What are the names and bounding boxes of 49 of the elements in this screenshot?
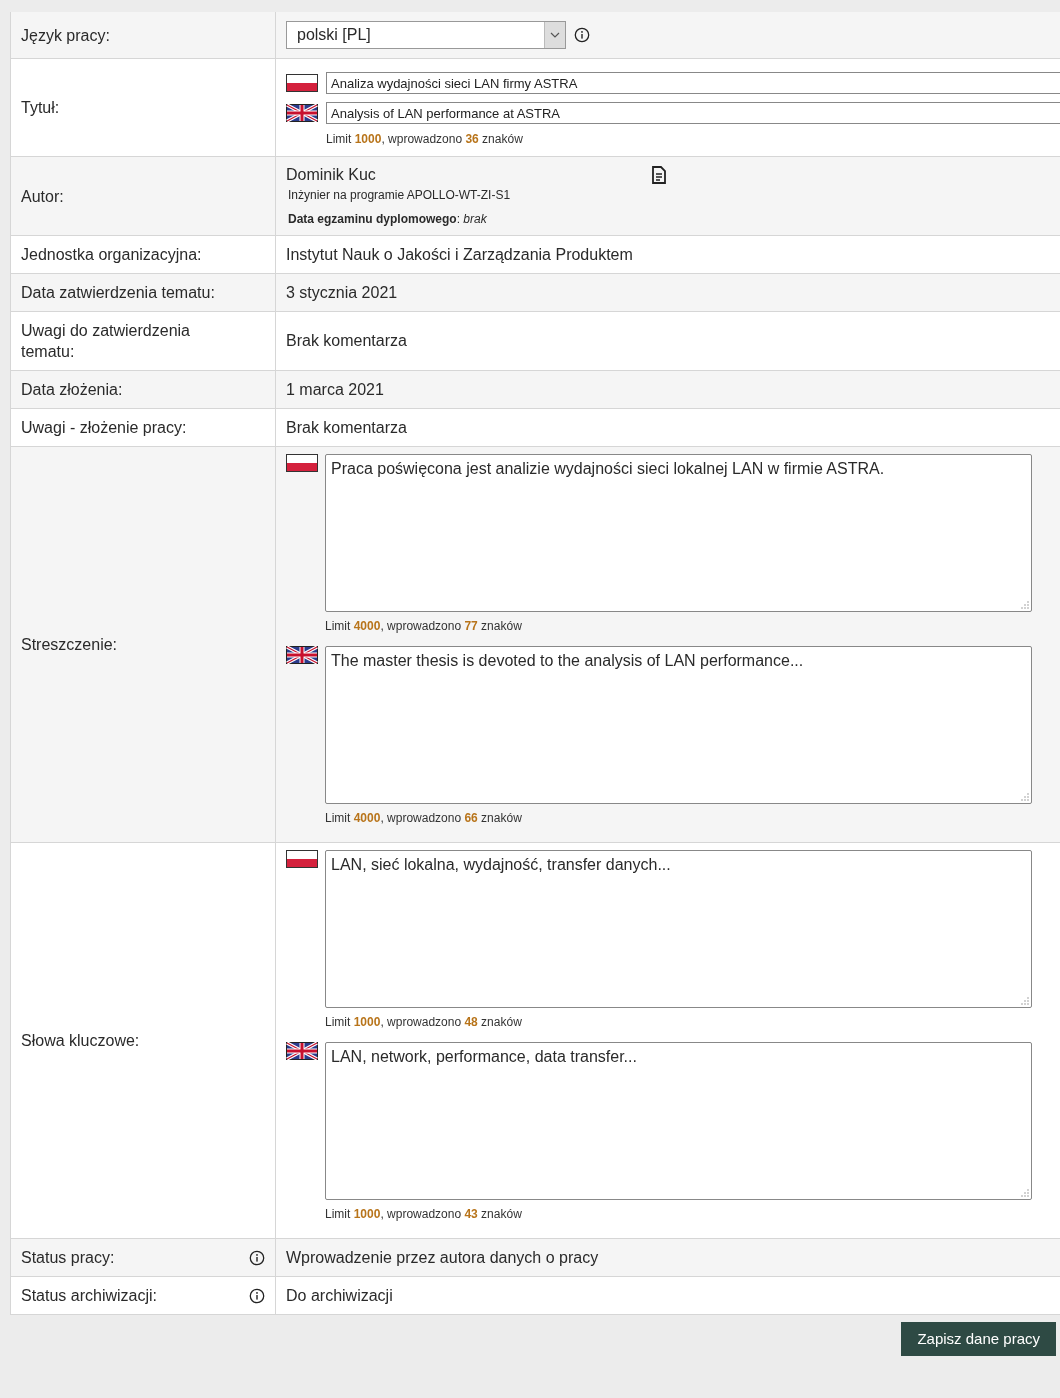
field-label: Słowa kluczowe: (21, 1031, 140, 1051)
field-label: Uwagi do zatwierdzenia tematu: (21, 321, 191, 362)
flag-icon (286, 74, 318, 92)
title-field[interactable]: Analiza wydajności sieci LAN firmy ASTRA (326, 72, 1060, 94)
flag-icon (286, 1042, 318, 1060)
field-value: Wprowadzenie przez autora danych o pracy (286, 1248, 600, 1267)
character-counter: Limit 4000, wprowadzono 77 znaków (325, 618, 523, 634)
save-button[interactable]: Zapisz dane pracy (901, 1321, 1056, 1356)
text-area[interactable]: LAN, network, performance, data transfer... (325, 1042, 1032, 1200)
character-counter: Limit 4000, wprowadzono 66 znaków (325, 810, 523, 826)
field-value: 1 marca 2021 (286, 380, 385, 399)
flag-icon (286, 646, 318, 664)
character-counter: Limit 1000, wprowadzono 43 znaków (325, 1206, 523, 1222)
text-area[interactable]: LAN, sieć lokalna, wydajność, transfer danych... (325, 850, 1032, 1008)
resize-grip-icon[interactable] (1021, 793, 1029, 801)
field-label: Język pracy: (21, 25, 110, 46)
field-label: Jednostka organizacyjna: (21, 245, 202, 265)
character-counter: Limit 1000, wprowadzono 36 znaków (326, 131, 524, 147)
study-program: Inżynier na programie APOLLO-WT-ZI-S1 (288, 188, 512, 202)
field-label: Data zatwierdzenia tematu: (21, 283, 215, 303)
field-label: Autor: (21, 186, 64, 207)
info-icon[interactable] (249, 1287, 265, 1304)
resize-grip-icon[interactable] (1021, 1189, 1029, 1197)
info-icon[interactable] (574, 27, 590, 43)
flag-icon (286, 850, 318, 868)
field-value: Brak komentarza (286, 418, 408, 437)
resize-grip-icon[interactable] (1021, 997, 1029, 1005)
field-label: Status archiwizacji: (21, 1286, 158, 1306)
text-area[interactable]: The master thesis is devoted to the analysis of LAN performance... (325, 646, 1032, 804)
field-label: Tytuł: (21, 98, 60, 118)
field-value: 3 stycznia 2021 (286, 283, 399, 302)
field-label: Data złożenia: (21, 380, 123, 400)
language-select[interactable]: polski [PL] (286, 21, 566, 49)
flag-icon (286, 454, 318, 472)
resize-grip-icon[interactable] (1021, 601, 1029, 609)
title-field[interactable]: Analysis of LAN performance at ASTRA (326, 102, 1060, 124)
author-name: Dominik Kuc (286, 166, 377, 184)
field-label: Status pracy: (21, 1248, 115, 1268)
text-area[interactable]: Praca poświęcona jest analizie wydajności sieci lokalnej LAN w firmie ASTRA. (325, 454, 1032, 612)
field-value: Instytut Nauk o Jakości i Zarządzania Produktem (286, 245, 634, 264)
field-value: Do archiwizacji (286, 1286, 394, 1305)
character-counter: Limit 1000, wprowadzono 48 znaków (325, 1014, 523, 1030)
field-value: Brak komentarza (286, 332, 408, 350)
flag-icon (286, 104, 318, 122)
field-label: Uwagi - złożenie pracy: (21, 418, 187, 438)
field-label: Streszczenie: (21, 635, 118, 655)
exam-date: Data egzaminu dyplomowego: brak (288, 212, 488, 226)
document-icon[interactable] (651, 166, 667, 184)
info-icon[interactable] (249, 1249, 265, 1266)
